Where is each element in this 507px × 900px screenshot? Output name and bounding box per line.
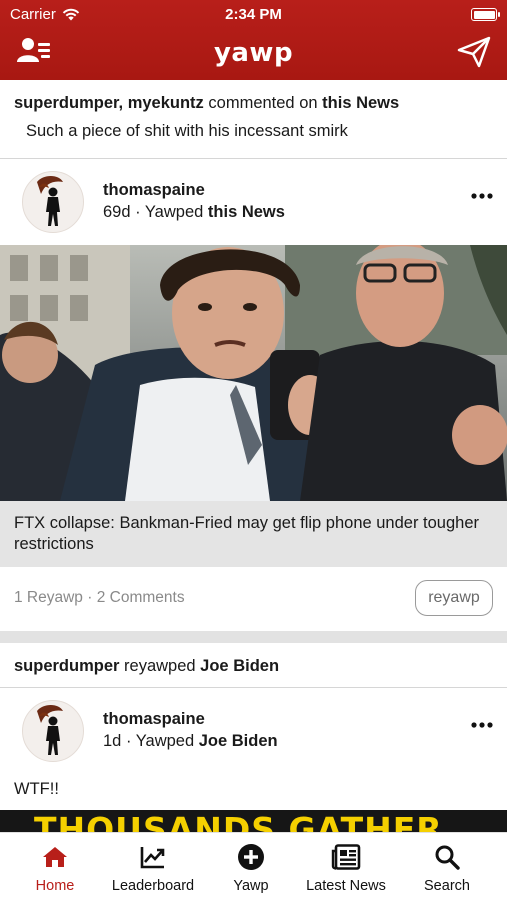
tab-home[interactable]: Home [24,843,86,894]
more-options-icon[interactable] [471,720,493,730]
post-meta: 69d · Yawped this News [103,203,285,221]
post-action: Yawped [135,732,195,750]
post-header: thomaspaine 69d · Yawped this News [0,159,507,245]
post-counts: 1 Reyawp · 2 Comments [14,589,185,606]
post-username[interactable]: thomaspaine [103,710,205,729]
post-username[interactable]: thomaspaine [103,181,205,200]
send-icon[interactable] [457,36,491,68]
post-target[interactable]: this News [208,203,285,221]
post-footer: 1 Reyawp · 2 Comments reyawp [0,567,507,631]
avatar[interactable] [22,700,84,762]
post-action: Yawped [144,203,204,221]
tab-label: Yawp [233,878,269,894]
avatar-silhouette-icon [37,176,63,226]
tab-search[interactable]: Search [414,843,480,894]
search-icon [435,845,460,870]
activity-target[interactable]: Joe Biden [200,657,279,675]
activity-item[interactable]: superdumper reyawped Joe Biden [0,643,507,687]
reyawp-button[interactable]: reyawp [415,580,493,616]
avatar-silhouette-icon [37,705,63,755]
section-divider [0,631,507,643]
tab-latest-news[interactable]: Latest News [296,843,396,894]
avatar[interactable] [22,171,84,233]
status-bar: Carrier 2:34 PM [0,0,507,30]
battery-icon [471,8,500,21]
comment-count[interactable]: 2 Comments [97,589,185,606]
tab-bar: Home Leaderboard Yawp Latest News Search [0,832,507,900]
tab-leaderboard[interactable]: Leaderboard [104,843,202,894]
newspaper-icon [331,844,361,870]
comment-text: Such a piece of shit with his incessant … [26,122,348,140]
tab-label: Search [424,878,470,894]
activity-actor[interactable]: superdumper [14,657,119,675]
activity-item[interactable]: superdumper, myekuntz commented on this … [0,80,507,158]
activity-line: superdumper, myekuntz commented on this … [14,92,493,114]
post-card: thomaspaine 1d · Yawped Joe Biden WTF!! … [0,688,507,832]
news-headline[interactable]: FTX collapse: Bankman-Fried may get flip… [0,501,507,567]
news-image[interactable] [0,245,507,501]
post-target[interactable]: Joe Biden [199,732,278,750]
tab-label: Leaderboard [111,878,195,894]
activity-verb: reyawped [124,657,196,675]
activity-line: superdumper reyawped Joe Biden [14,655,493,677]
app-header: Carrier 2:34 PM yawp [0,0,507,80]
post-card: thomaspaine 69d · Yawped this News FTX c… [0,159,507,631]
post-meta: 1d · Yawped Joe Biden [103,732,278,750]
reyawp-count[interactable]: 1 Reyawp [14,589,83,606]
app-logo: yawp [213,38,294,68]
tab-yawp[interactable]: Yawp [222,843,280,894]
tab-label: Home [35,878,75,894]
nav-bar: yawp [0,30,507,80]
feed[interactable]: superdumper, myekuntz commented on this … [0,80,507,832]
post-text: WTF!! [14,780,59,798]
tab-label: Latest News [306,878,386,894]
activity-verb: commented on [208,94,318,112]
news-image[interactable]: THOUSANDS GATHER [0,810,507,832]
post-age: 1d [103,732,122,750]
home-icon [43,847,67,867]
post-header: thomaspaine 1d · Yawped Joe Biden [0,688,507,774]
activity-actors[interactable]: superdumper, myekuntz [14,94,204,112]
banner-headline: THOUSANDS GATHER [34,810,443,832]
more-options-icon[interactable] [471,191,493,201]
plus-circle-icon [238,844,264,870]
post-age: 69d [103,203,131,221]
clock: 2:34 PM [225,6,282,23]
chart-icon [140,847,165,869]
news-photo [0,245,507,501]
activity-target[interactable]: this News [322,94,399,112]
